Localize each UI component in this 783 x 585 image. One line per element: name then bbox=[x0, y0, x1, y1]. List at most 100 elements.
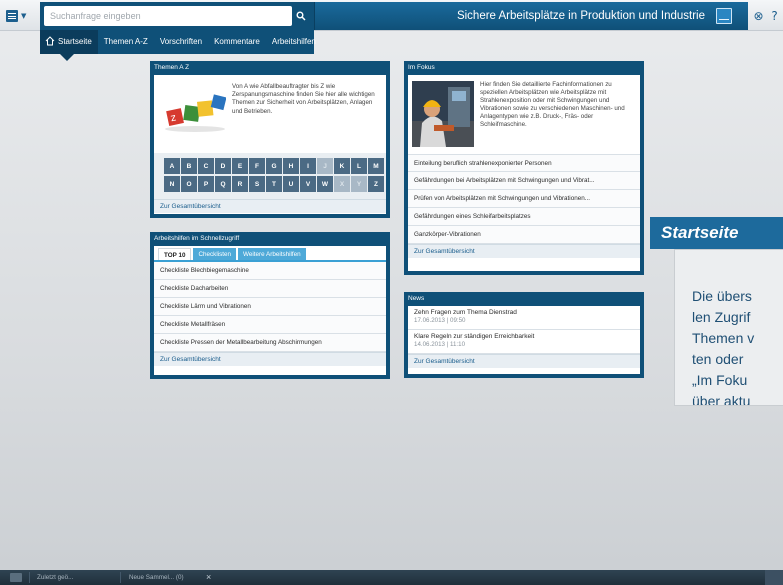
letter-o-button[interactable]: O bbox=[181, 176, 197, 192]
letter-s-button[interactable]: S bbox=[249, 176, 265, 192]
letter-p-button[interactable]: P bbox=[198, 176, 214, 192]
checklist-item[interactable]: Checkliste Lärm und Vibrationen bbox=[154, 298, 386, 316]
letter-k-button[interactable]: K bbox=[334, 158, 350, 174]
letter-f-button[interactable]: F bbox=[249, 158, 265, 174]
tab-checklisten[interactable]: Checklisten bbox=[193, 248, 237, 260]
settings-icon[interactable]: ⊗ bbox=[752, 10, 765, 23]
new-collection-button[interactable]: Neue Sammel... (0) bbox=[129, 570, 184, 585]
nav-startseite[interactable]: Startseite bbox=[40, 30, 98, 54]
alphabet-index: ABCDEFGHIJKLM NOPQRSTUVWXYZ bbox=[154, 153, 386, 199]
checklist-item[interactable]: Checkliste Blechbiegemaschine bbox=[154, 262, 386, 280]
fokus-card: Im Fokus Hier finden Sie detaillierte Fa… bbox=[404, 61, 644, 275]
letter-i-button[interactable]: I bbox=[300, 158, 316, 174]
news-date: 14.06.2013 | 11:10 bbox=[414, 341, 466, 348]
nav-kommentare[interactable]: Kommentare bbox=[208, 30, 266, 54]
nav-vorschriften[interactable]: Vorschriften bbox=[154, 30, 208, 54]
letter-c-button[interactable]: C bbox=[198, 158, 214, 174]
news-title: Zehn Fragen zum Thema Dienstrad bbox=[414, 309, 517, 316]
letter-g-button[interactable]: G bbox=[266, 158, 282, 174]
home-icon bbox=[45, 36, 55, 46]
app-menu-button[interactable]: ▼ bbox=[6, 8, 36, 24]
letter-e-button[interactable]: E bbox=[232, 158, 248, 174]
letter-blocks-image: z bbox=[165, 94, 226, 132]
letter-n-button[interactable]: N bbox=[164, 176, 180, 192]
callout-line: Die übers bbox=[692, 288, 752, 304]
nav-label: Startseite bbox=[58, 37, 92, 46]
news-item[interactable]: Klare Regeln zur ständigen Erreichbarkei… bbox=[408, 330, 640, 354]
arbeitshilfen-overview-link[interactable]: Zur Gesamtübersicht bbox=[154, 352, 386, 366]
book-icon bbox=[6, 10, 18, 22]
callout-line: len Zugrif bbox=[692, 309, 751, 325]
news-title: Klare Regeln zur ständigen Erreichbarkei… bbox=[414, 333, 535, 340]
fokus-overview-link[interactable]: Zur Gesamtübersicht bbox=[408, 244, 640, 258]
letter-m-button[interactable]: M bbox=[368, 158, 384, 174]
main-nav: Startseite Themen A-Z Vorschriften Komme… bbox=[40, 30, 316, 54]
arbeitshilfen-card: Arbeitshilfen im Schnellzugriff TOP 10 C… bbox=[150, 232, 390, 379]
nav-arbeitshilfen[interactable]: Arbeitshilfen bbox=[266, 30, 322, 54]
letter-u-button[interactable]: U bbox=[283, 176, 299, 192]
help-icon[interactable]: ? bbox=[768, 10, 781, 23]
startseite-callout-panel: Die übers len Zugrif Themen v ten oder „… bbox=[674, 249, 783, 406]
panel-toggle[interactable] bbox=[765, 570, 783, 585]
letter-d-button[interactable]: D bbox=[215, 158, 231, 174]
letter-r-button[interactable]: R bbox=[232, 176, 248, 192]
letter-x-button[interactable]: X bbox=[334, 176, 350, 192]
news-overview-link[interactable]: Zur Gesamtübersicht bbox=[408, 354, 640, 368]
themen-overview-link[interactable]: Zur Gesamtübersicht bbox=[154, 199, 386, 213]
fokus-item[interactable]: Einteilung beruflich strahlenexponierter… bbox=[408, 154, 640, 172]
letter-l-button[interactable]: L bbox=[351, 158, 367, 174]
checklist-item[interactable]: Checkliste Metallfräsen bbox=[154, 316, 386, 334]
close-icon[interactable]: × bbox=[206, 570, 211, 585]
themen-heading: Themen A Z bbox=[150, 61, 390, 75]
letter-h-button[interactable]: H bbox=[283, 158, 299, 174]
startseite-callout-title: Startseite bbox=[650, 217, 783, 249]
search-icon bbox=[296, 11, 306, 21]
letter-v-button[interactable]: V bbox=[300, 176, 316, 192]
themen-description: Von A wie Abfallbeauftragter bis Z wie Z… bbox=[232, 83, 375, 115]
news-item[interactable]: Zehn Fragen zum Thema Dienstrad 17.06.20… bbox=[408, 306, 640, 330]
news-heading: News bbox=[404, 292, 644, 306]
letter-q-button[interactable]: Q bbox=[215, 176, 231, 192]
search-button[interactable] bbox=[292, 6, 310, 26]
letter-w-button[interactable]: W bbox=[317, 176, 333, 192]
checklist-item[interactable]: Checkliste Dacharbeiten bbox=[154, 280, 386, 298]
tab-top10[interactable]: TOP 10 bbox=[158, 248, 192, 260]
tab-weitere-arbeitshilfen[interactable]: Weitere Arbeitshilfen bbox=[238, 248, 306, 260]
worker-photo bbox=[412, 81, 474, 147]
callout-line: „Im Foku bbox=[692, 372, 748, 388]
news-date: 17.06.2013 | 09:50 bbox=[414, 317, 466, 324]
product-header: Sichere Arbeitsplätze in Produktion und … bbox=[314, 2, 748, 30]
folder-icon[interactable] bbox=[10, 573, 22, 582]
arbeitshilfen-heading: Arbeitshilfen im Schnellzugriff bbox=[150, 232, 390, 246]
letter-a-button[interactable]: A bbox=[164, 158, 180, 174]
product-logo bbox=[716, 8, 732, 24]
recent-documents-button[interactable]: Zuletzt geö... bbox=[37, 570, 73, 585]
fokus-item[interactable]: Gefährdungen eines Schleifarbeitsplatzes bbox=[408, 208, 640, 226]
product-title: Sichere Arbeitsplätze in Produktion und … bbox=[456, 10, 705, 22]
top-bar: ▼ Sichere Arbeitsplätze in Produktion un… bbox=[0, 0, 783, 31]
bottom-bar: Zuletzt geö... Neue Sammel... (0) × bbox=[0, 570, 783, 585]
letter-y-button[interactable]: Y bbox=[351, 176, 367, 192]
nav-themen-a-z[interactable]: Themen A-Z bbox=[98, 30, 154, 54]
letter-b-button[interactable]: B bbox=[181, 158, 197, 174]
search-input[interactable] bbox=[44, 6, 292, 26]
letter-j-button[interactable]: J bbox=[317, 158, 333, 174]
fokus-heading: Im Fokus bbox=[404, 61, 644, 75]
letter-z-button[interactable]: Z bbox=[368, 176, 384, 192]
themen-card: Themen A Z z Von A wie Abfallbeauftragte… bbox=[150, 61, 390, 218]
fokus-item[interactable]: Gefährdungen bei Arbeitsplätzen mit Schw… bbox=[408, 172, 640, 190]
divider bbox=[120, 572, 121, 583]
callout-line: über aktu bbox=[692, 393, 751, 406]
fokus-item[interactable]: Prüfen von Arbeitsplätzen mit Schwingung… bbox=[408, 190, 640, 208]
callout-line: Themen v bbox=[692, 330, 755, 346]
fokus-description: Hier finden Sie detaillierte Fachinforma… bbox=[480, 81, 625, 128]
active-nav-pointer bbox=[60, 54, 74, 61]
search-bar bbox=[40, 2, 314, 30]
news-card: News Zehn Fragen zum Thema Dienstrad 17.… bbox=[404, 292, 644, 378]
letter-t-button[interactable]: T bbox=[266, 176, 282, 192]
divider bbox=[29, 572, 30, 583]
callout-line: ten oder bbox=[692, 351, 744, 367]
checklist-item[interactable]: Checkliste Pressen der Metallbearbeitung… bbox=[154, 334, 386, 352]
chevron-down-icon: ▼ bbox=[21, 12, 27, 20]
fokus-item[interactable]: Ganzkörper-Vibrationen bbox=[408, 226, 640, 244]
